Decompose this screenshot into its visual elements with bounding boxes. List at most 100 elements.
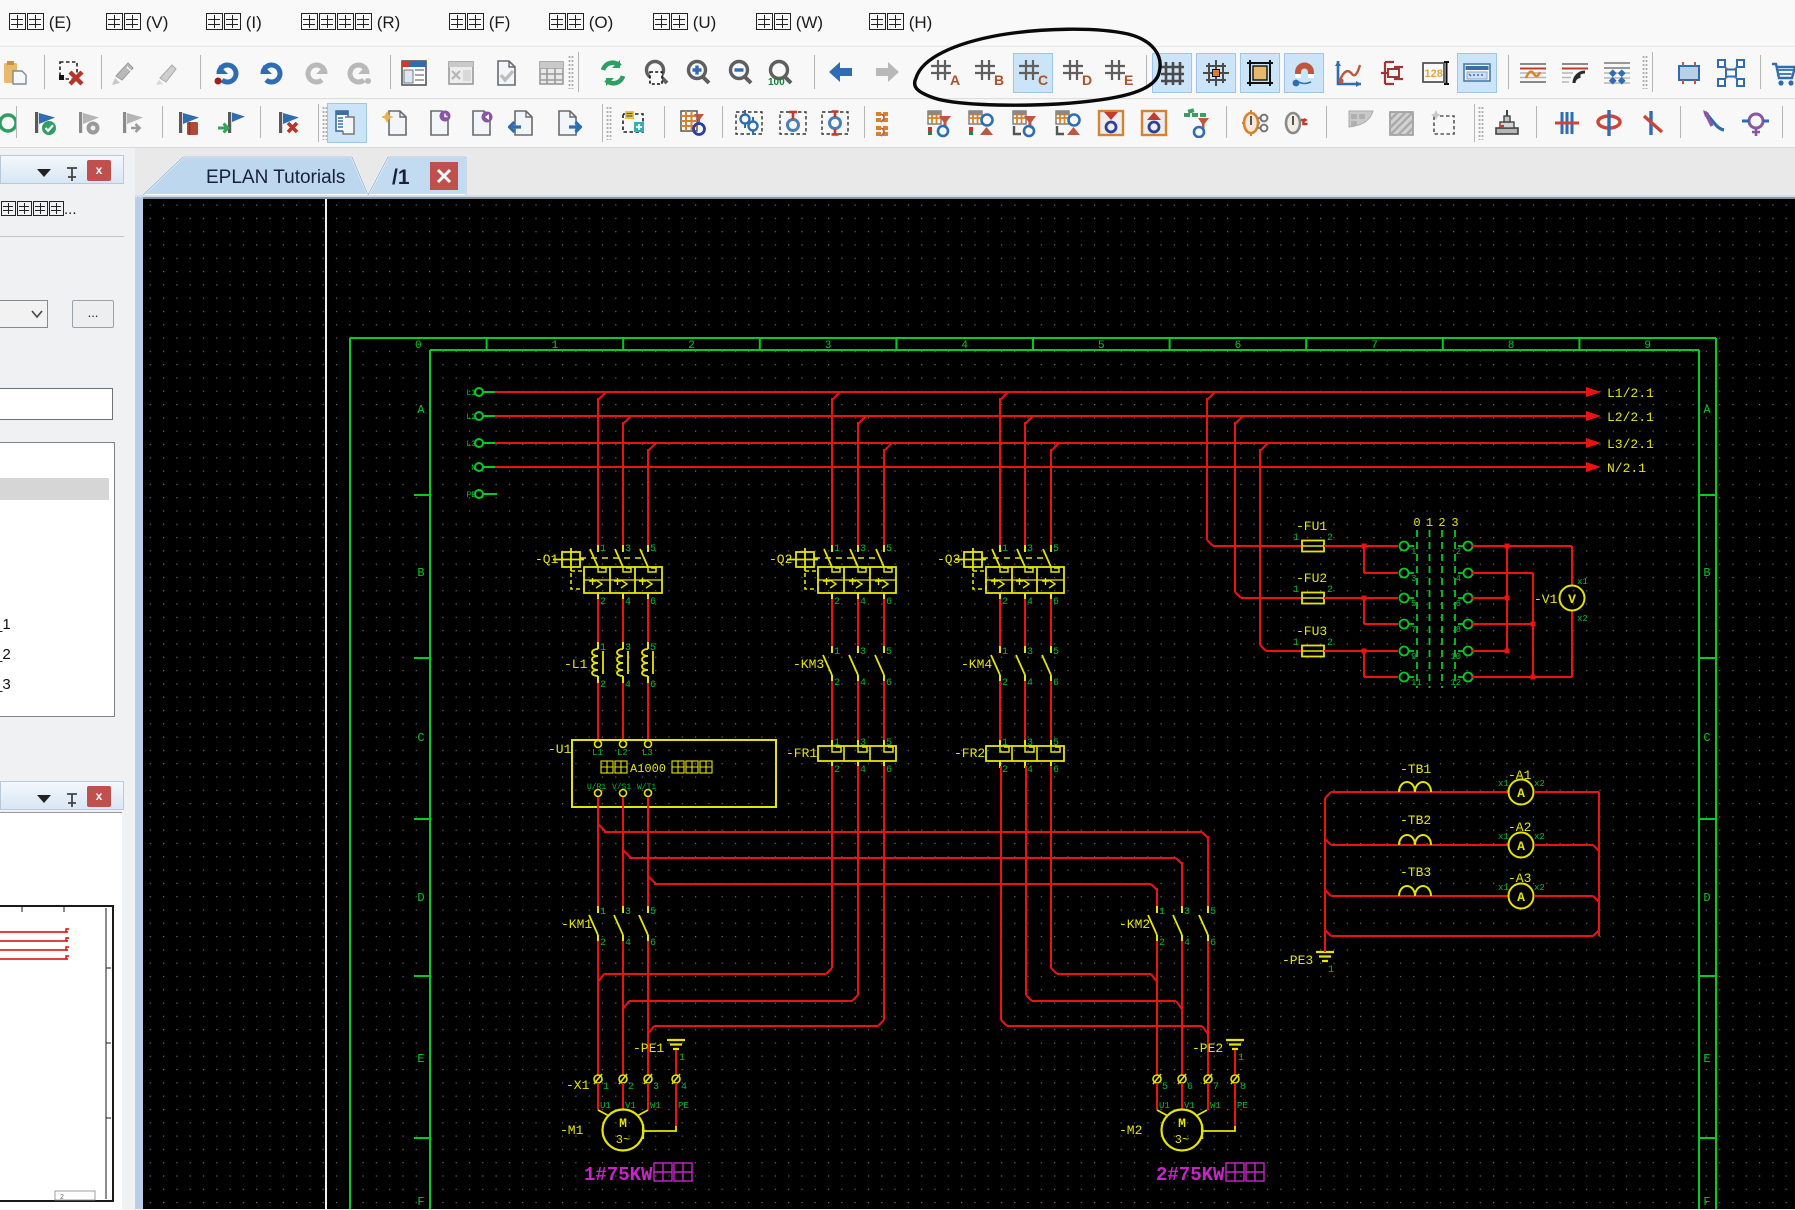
svg-text:3: 3 [1027,544,1033,555]
svg-text:4: 4 [860,678,866,689]
svg-text:-A3: -A3 [1508,871,1531,886]
svg-text:1: 1 [603,1082,609,1093]
svg-text:8: 8 [1508,340,1515,352]
svg-text:-PE2: -PE2 [1192,1041,1223,1056]
svg-text:2: 2 [834,765,840,776]
svg-text:1: 1 [1293,585,1299,596]
svg-text:-TB3: -TB3 [1400,865,1431,880]
svg-text:3: 3 [1411,574,1416,584]
svg-text:-FU2: -FU2 [1296,571,1327,586]
svg-text:L2/2.1: L2/2.1 [1607,410,1654,425]
svg-text:1: 1 [1238,1053,1244,1064]
svg-text:C: C [1703,731,1710,745]
svg-text:PE: PE [1237,1101,1248,1111]
svg-text:2: 2 [834,597,840,608]
svg-text:3: 3 [860,544,866,555]
svg-text:-KM2: -KM2 [1119,917,1150,932]
svg-text:4: 4 [860,597,866,608]
svg-text:5: 5 [886,544,892,555]
svg-text:2: 2 [1159,938,1165,949]
svg-text:F: F [417,1195,424,1209]
svg-text:4: 4 [1027,597,1033,608]
svg-text:A: A [1703,403,1711,417]
svg-text:6: 6 [1235,340,1242,352]
svg-text:-FU1: -FU1 [1296,519,1327,534]
svg-text:x2: x2 [1534,832,1545,842]
svg-text:E: E [417,1052,424,1066]
svg-text:V/S1: V/S1 [612,783,631,792]
svg-text:6: 6 [1210,938,1216,949]
svg-text:-Q3: -Q3 [937,552,960,567]
svg-text:4: 4 [625,680,631,691]
svg-text:L1/2.1: L1/2.1 [1607,386,1654,401]
svg-text:5: 5 [886,647,892,658]
svg-text:4: 4 [681,1082,687,1093]
svg-text:B: B [1703,566,1710,580]
svg-text:8: 8 [1240,1082,1246,1093]
svg-text:5: 5 [1411,599,1416,609]
svg-text:3~: 3~ [1175,1133,1189,1147]
svg-text:4: 4 [1184,938,1190,949]
svg-text:5: 5 [1053,544,1059,555]
svg-text:W/T1: W/T1 [637,783,656,792]
svg-text:D: D [417,891,424,905]
svg-text:2: 2 [628,1082,634,1093]
svg-text:-M1: -M1 [560,1123,584,1138]
svg-text:6: 6 [650,938,656,949]
svg-text:-A2: -A2 [1508,820,1531,835]
svg-text:-U1: -U1 [548,742,572,757]
svg-text:6: 6 [650,680,656,691]
svg-text:3: 3 [1451,516,1458,530]
svg-text:1: 1 [1002,544,1008,555]
svg-text:1: 1 [1293,638,1299,649]
svg-text:1: 1 [834,544,840,555]
svg-text:U/R1: U/R1 [587,783,606,792]
svg-text:C: C [417,731,424,745]
svg-text:2: 2 [1002,597,1008,608]
svg-text:7: 7 [1371,340,1378,352]
svg-text:W1: W1 [650,1101,661,1111]
svg-text:-PE1: -PE1 [633,1041,664,1056]
svg-text:3: 3 [860,647,866,658]
svg-text:L3: L3 [466,440,476,449]
svg-text:6: 6 [886,597,892,608]
svg-text:6: 6 [1456,599,1461,609]
svg-text:U1: U1 [600,1101,611,1111]
svg-text:N: N [471,464,476,473]
svg-text:6: 6 [886,678,892,689]
svg-text:A: A [1517,890,1525,905]
svg-text:3~: 3~ [616,1133,630,1147]
svg-text:A: A [417,403,425,417]
svg-text:2: 2 [1002,678,1008,689]
svg-text:1: 1 [600,907,606,918]
svg-text:-KM4: -KM4 [961,657,992,672]
svg-text:2: 2 [600,938,606,949]
svg-text:4: 4 [961,340,968,352]
svg-text:E: E [1703,1052,1710,1066]
svg-text:-V1: -V1 [1534,592,1558,607]
svg-text:4: 4 [1027,765,1033,776]
svg-text:4: 4 [625,597,631,608]
svg-text:4: 4 [860,765,866,776]
svg-text:L1: L1 [592,748,603,758]
svg-text:5: 5 [1098,340,1105,352]
svg-text:2#75KW: 2#75KW [1156,1164,1225,1186]
svg-text:-PE3: -PE3 [1282,953,1313,968]
svg-text:1: 1 [1411,547,1416,557]
svg-text:6: 6 [650,597,656,608]
svg-text:-KM1: -KM1 [561,917,592,932]
svg-text:2: 2 [1438,516,1445,530]
svg-text:-Q1: -Q1 [535,552,559,567]
svg-text:M: M [1178,1116,1186,1131]
svg-text:3: 3 [825,340,832,352]
svg-text:3: 3 [625,907,631,918]
svg-text:5: 5 [1162,1082,1168,1093]
svg-text:2: 2 [834,678,840,689]
svg-text:3: 3 [1027,738,1033,749]
svg-text:7: 7 [1213,1082,1219,1093]
svg-text:0: 0 [1413,516,1420,530]
svg-text:1: 1 [679,1053,685,1064]
svg-text:9: 9 [1644,340,1651,352]
svg-text:-M2: -M2 [1119,1123,1142,1138]
svg-text:x1: x1 [1577,577,1588,587]
